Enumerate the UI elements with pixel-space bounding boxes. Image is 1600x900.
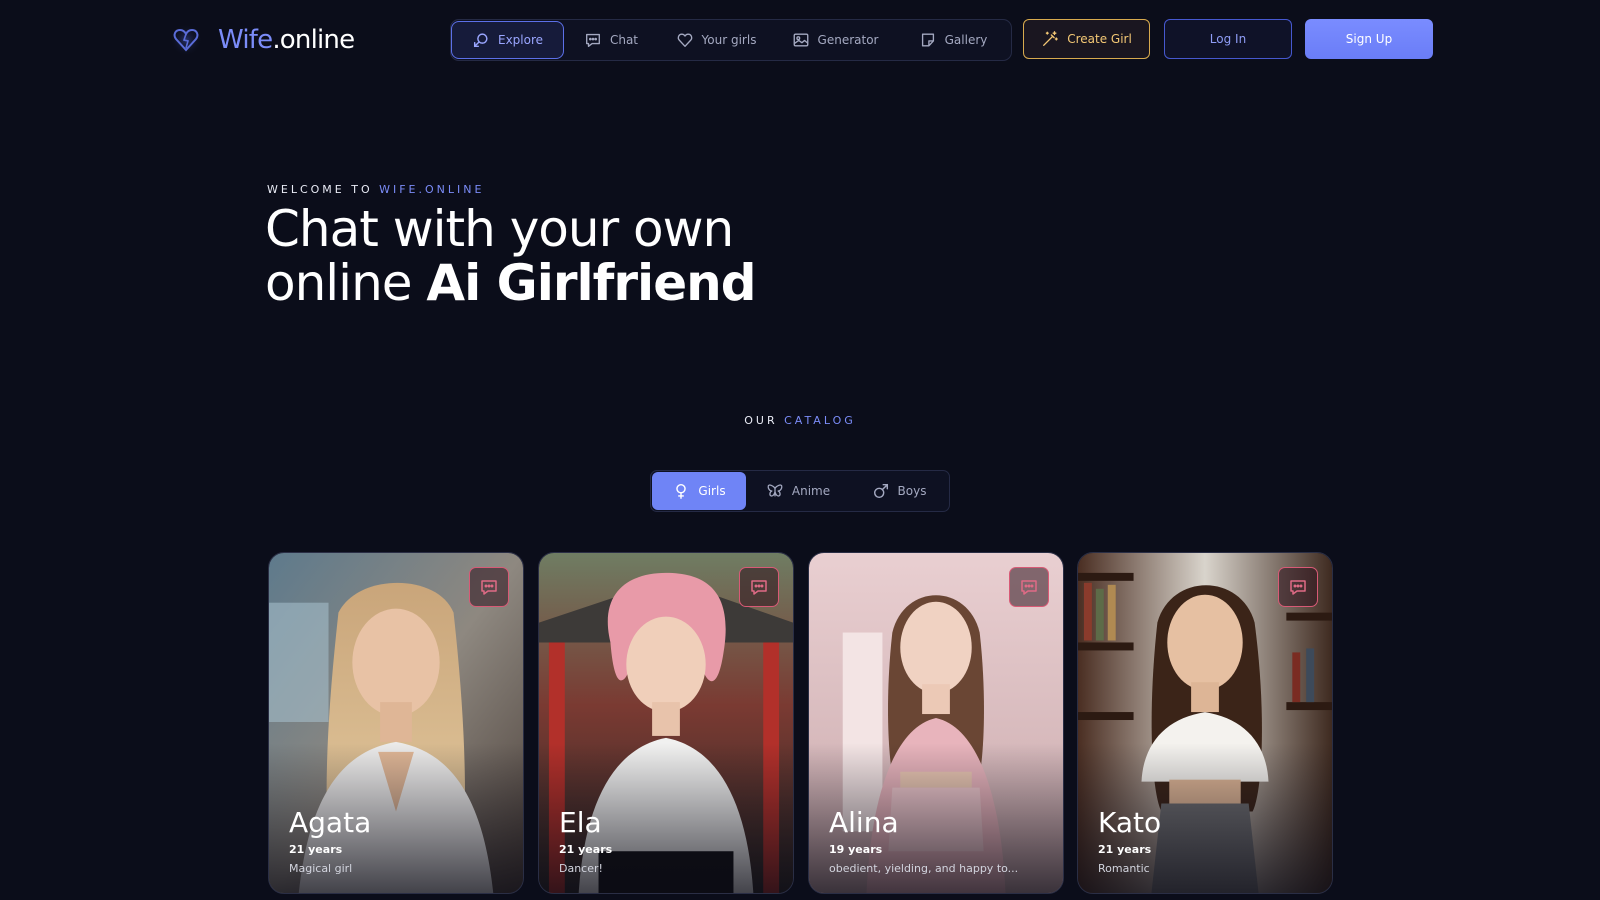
nav-gallery-label: Gallery [944,33,988,47]
character-card-alina[interactable]: Alina 19 years obedient, yielding, and h… [808,552,1064,894]
card-age: 19 years [829,843,883,856]
tab-boys[interactable]: Boys [849,472,949,510]
nav-generator[interactable]: Generator [775,20,895,60]
chat-bubble-icon [751,580,767,595]
nav-gallery[interactable]: Gallery [895,20,1011,60]
nav-your-girls[interactable]: Your girls [657,20,775,60]
card-info: Agata 21 years Magical girl [289,806,503,876]
brand-name-rest: .online [272,25,355,55]
tab-girls[interactable]: Girls [652,472,746,510]
brand-name-accent: Wife [218,25,273,55]
tab-anime-label: Anime [791,484,831,498]
main-nav: Explore Chat Your girls Generator Galler… [450,19,1012,61]
card-age: 21 years [289,843,343,856]
character-card-agata[interactable]: Agata 21 years Magical girl [268,552,524,894]
card-description: obedient, yielding, and happy to... [829,862,1019,875]
heart-logo-icon [170,24,202,56]
hero-title-line1: Chat with your own [265,200,734,258]
card-age: 21 years [1098,843,1152,856]
tab-boys-label: Boys [897,484,927,498]
nav-chat[interactable]: Chat [565,20,657,60]
signup-button[interactable]: Sign Up [1305,19,1433,59]
hero-title-line2: online Ai Girlfriend [265,254,757,312]
chat-bubble-icon [1290,580,1306,595]
card-name: Ela [559,806,602,839]
card-description: Dancer! [559,862,603,875]
signup-label: Sign Up [1345,32,1393,46]
chat-icon [585,33,600,47]
hero-title-regular: online [265,254,427,312]
create-girl-label: Create Girl [1067,32,1132,46]
nav-your-girls-label: Your girls [701,33,757,47]
explore-icon [473,33,488,48]
card-name: Kato [1098,806,1162,839]
hero-title-bold: Ai Girlfriend [426,254,756,312]
brand-name: Wife.online [218,22,355,58]
brand-logo[interactable]: Wife.online [170,22,355,58]
card-age: 21 years [559,843,613,856]
login-label: Log In [1209,32,1247,46]
chat-bubble-icon [1021,580,1037,595]
card-info: Alina 19 years obedient, yielding, and h… [829,806,1043,876]
hero-title: Chat with your own online Ai Girlfriend [265,200,757,312]
card-description: Romantic [1098,862,1150,875]
character-card-kato[interactable]: Kato 21 years Romantic [1077,552,1333,894]
nav-generator-label: Generator [817,33,879,47]
card-info: Ela 21 years Dancer! [559,806,773,876]
nav-explore[interactable]: Explore [451,21,564,59]
butterfly-icon [767,484,783,497]
catalog-tabs: Girls Anime Boys [650,470,950,512]
nav-chat-label: Chat [609,33,639,47]
catalog-label-prefix: OUR [744,414,785,427]
tab-anime[interactable]: Anime [747,472,849,510]
character-card-ela[interactable]: Ela 21 years Dancer! [538,552,794,894]
hero-eyebrow-accent: WIFE.ONLINE [379,183,485,196]
top-header: Wife.online Explore Chat Your girls Gene… [0,0,1600,80]
male-icon [873,483,888,499]
nav-explore-label: Explore [497,33,544,47]
female-icon [676,483,687,499]
hero-eyebrow: WELCOME TO WIFE.ONLINE [267,183,484,196]
card-chat-button[interactable] [1009,567,1049,607]
card-chat-button[interactable] [1278,567,1318,607]
card-name: Agata [289,806,372,839]
card-info: Kato 21 years Romantic [1098,806,1312,876]
hero-eyebrow-prefix: WELCOME TO [267,183,380,196]
card-description: Magical girl [289,862,353,875]
sticker-icon [921,33,934,47]
card-name: Alina [829,806,899,839]
login-button[interactable]: Log In [1164,19,1292,59]
card-chat-button[interactable] [469,567,509,607]
catalog-label-accent: CATALOG [784,414,856,427]
heart-icon [677,33,692,47]
create-girl-button[interactable]: Create Girl [1023,19,1150,59]
catalog-label: OUR CATALOG [0,414,1600,427]
card-chat-button[interactable] [739,567,779,607]
magic-wand-icon [1043,31,1059,46]
image-icon [793,33,808,47]
chat-bubble-icon [481,580,497,595]
tab-girls-label: Girls [698,484,726,498]
